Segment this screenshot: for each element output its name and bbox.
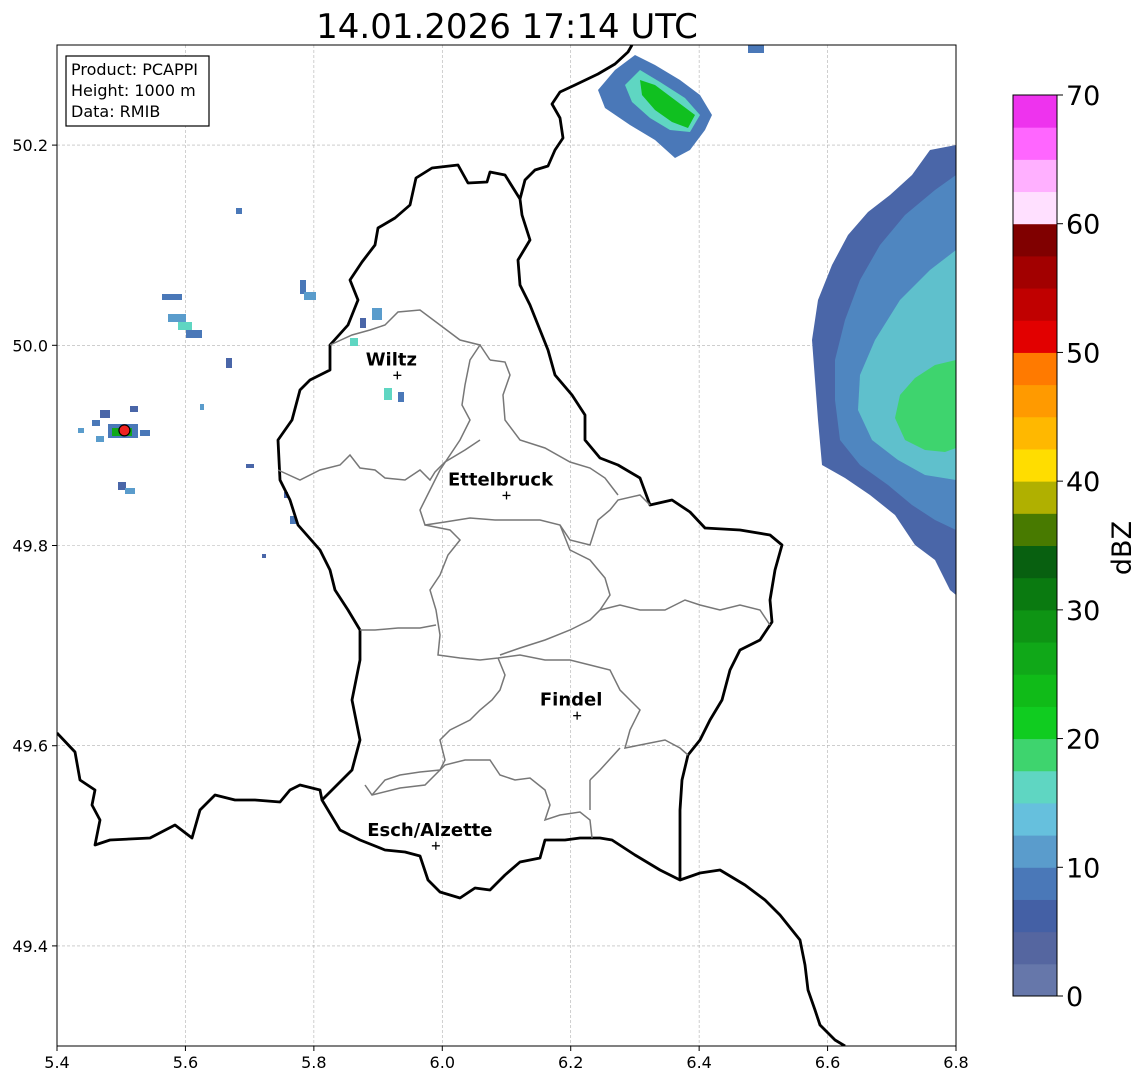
x-axis-ticks: 5.4 5.6 5.8 6.0 6.2 6.4 6.6 6.8 <box>44 1046 969 1072</box>
colorbar-tick-label: 60 <box>1066 210 1100 241</box>
colorbar-bin <box>1013 867 1057 900</box>
colorbar-tick-label: 70 <box>1066 81 1100 112</box>
x-tick-label: 6.8 <box>943 1053 968 1072</box>
colorbar-bin <box>1013 706 1057 740</box>
colorbar-bin <box>1013 352 1057 386</box>
y-axis-ticks: 50.2 50.0 49.8 49.6 49.4 <box>12 136 57 956</box>
colorbar-bin <box>1013 963 1057 997</box>
colorbar-bin <box>1013 191 1057 225</box>
colorbar-bin <box>1013 931 1057 965</box>
colorbar-tick-label: 0 <box>1066 982 1083 1013</box>
echo-north-small <box>748 45 764 53</box>
colorbar-bin <box>1013 320 1057 353</box>
info-product: Product: PCAPPI <box>71 60 198 79</box>
colorbar <box>1012 94 1058 997</box>
colorbar-bin <box>1013 223 1057 257</box>
map-title: 14.01.2026 17:14 UTC <box>316 7 698 47</box>
colorbar-bin <box>1013 95 1057 128</box>
colorbar-ticks: 0 10 20 30 40 50 60 70 <box>1057 81 1100 1013</box>
colorbar-bin <box>1013 127 1057 160</box>
city-label: Findel <box>540 690 603 711</box>
radar-site-marker <box>118 424 131 437</box>
colorbar-bin <box>1013 448 1057 482</box>
colorbar-bin <box>1013 738 1057 772</box>
info-box: Product: PCAPPI Height: 1000 m Data: RMI… <box>65 55 210 127</box>
city-label: Ettelbruck <box>448 469 554 490</box>
colorbar-bin <box>1013 513 1057 546</box>
x-tick-label: 5.4 <box>44 1053 69 1072</box>
colorbar-bin <box>1013 674 1057 707</box>
map-axes-background <box>57 45 956 1046</box>
y-tick-label: 49.4 <box>12 937 48 956</box>
x-tick-label: 6.2 <box>558 1053 583 1072</box>
y-tick-label: 50.0 <box>12 336 48 355</box>
colorbar-bin <box>1013 384 1057 418</box>
city-label: Esch/Alzette <box>367 820 492 841</box>
x-tick-label: 5.6 <box>173 1053 198 1072</box>
x-tick-label: 6.0 <box>430 1053 455 1072</box>
colorbar-bin <box>1013 802 1057 836</box>
colorbar-bin <box>1013 416 1057 450</box>
colorbar-bin <box>1013 255 1057 289</box>
colorbar-bin <box>1013 835 1057 868</box>
info-height: Height: 1000 m <box>71 81 196 100</box>
colorbar-tick-label: 40 <box>1066 467 1100 498</box>
x-tick-label: 5.8 <box>301 1053 326 1072</box>
colorbar-bin <box>1013 159 1057 193</box>
colorbar-bin <box>1013 609 1057 643</box>
city-label: Wiltz <box>366 349 417 370</box>
colorbar-bin <box>1013 545 1057 579</box>
colorbar-tick-label: 30 <box>1066 596 1100 627</box>
y-tick-label: 49.6 <box>12 737 48 756</box>
colorbar-label: dBZ <box>1107 521 1138 575</box>
radar-map-figure: 14.01.2026 17:14 UTC WiltzEttelbruckFind… <box>12 7 1138 1072</box>
info-source: Data: RMIB <box>71 102 160 121</box>
x-tick-label: 6.4 <box>686 1053 711 1072</box>
colorbar-bin <box>1013 577 1057 611</box>
colorbar-bin <box>1013 288 1057 321</box>
x-tick-label: 6.6 <box>815 1053 840 1072</box>
colorbar-bin <box>1013 481 1057 514</box>
colorbar-bin <box>1013 770 1057 804</box>
colorbar-tick-label: 20 <box>1066 725 1100 756</box>
colorbar-tick-label: 10 <box>1066 853 1100 884</box>
colorbar-bin <box>1013 899 1057 933</box>
colorbar-bin <box>1013 642 1057 675</box>
y-tick-label: 50.2 <box>12 136 48 155</box>
colorbar-tick-label: 50 <box>1066 338 1100 369</box>
y-tick-label: 49.8 <box>12 537 48 556</box>
